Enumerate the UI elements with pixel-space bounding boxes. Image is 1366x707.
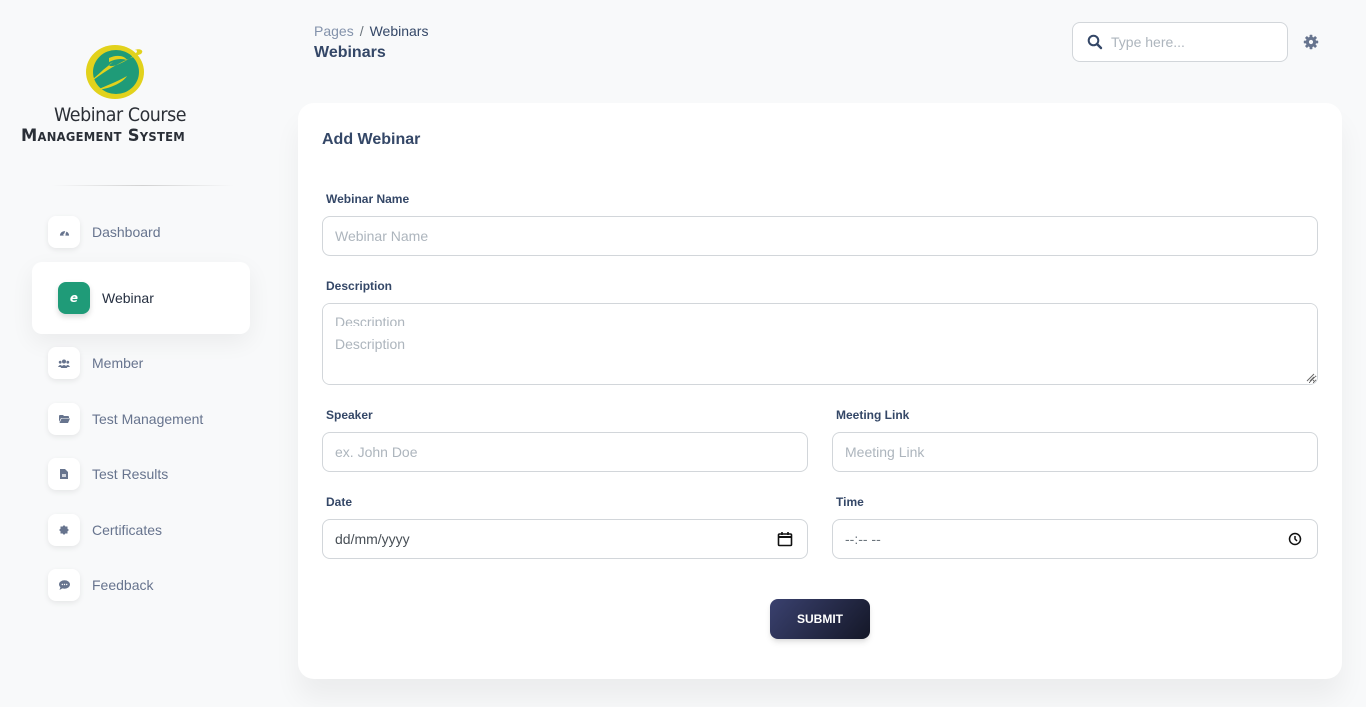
meeting-link-field[interactable] [832, 432, 1318, 472]
globe-logo-icon [86, 45, 144, 99]
add-webinar-card: Add Webinar Webinar Name Description Des… [298, 103, 1342, 679]
webinar-name-label: Webinar Name [326, 192, 410, 206]
sidebar-item-test-results[interactable]: Test Results [32, 451, 250, 497]
logo-text-line1: Webinar Course [54, 104, 187, 126]
app-logo[interactable]: Webinar Course Management System [18, 40, 218, 155]
sidebar-divider [52, 185, 234, 186]
search-box[interactable] [1072, 22, 1288, 62]
meeting-link-label: Meeting Link [836, 408, 910, 422]
sidebar-item-dashboard[interactable]: Dashboard [32, 209, 250, 255]
description-textarea[interactable] [323, 304, 1317, 384]
resize-handle-icon[interactable] [1305, 372, 1315, 382]
page-title: Webinars [314, 44, 386, 61]
date-input[interactable]: dd/mm/yyyy [322, 519, 808, 559]
clock-icon[interactable] [1287, 531, 1303, 547]
chat-bubble-icon [48, 569, 80, 601]
time-label: Time [836, 495, 864, 509]
calendar-icon[interactable] [777, 531, 793, 547]
date-value: dd/mm/yyyy [335, 531, 410, 547]
sidebar-item-feedback[interactable]: Feedback [32, 562, 250, 608]
sidebar-item-label: Test Management [92, 411, 204, 427]
sidebar: Webinar Course Management System Dashboa… [0, 0, 270, 707]
webinar-e-icon: e [58, 282, 90, 314]
card-title: Add Webinar [322, 131, 421, 148]
sidebar-item-label: Certificates [92, 522, 163, 538]
breadcrumb-current: Webinars [369, 23, 429, 39]
breadcrumb: Pages / Webinars [314, 23, 428, 39]
sidebar-item-test-management[interactable]: Test Management [32, 396, 250, 442]
breadcrumb-root-link[interactable]: Pages [314, 23, 354, 39]
logo-text-line2: Management System [21, 126, 186, 146]
time-input[interactable]: --:-- -- [832, 519, 1318, 559]
webinar-name-input[interactable] [335, 228, 1317, 244]
search-input[interactable] [1111, 34, 1271, 50]
users-icon [48, 347, 80, 379]
gear-icon[interactable] [1303, 34, 1319, 50]
sidebar-item-label: Feedback [92, 577, 154, 593]
sidebar-item-certificates[interactable]: Certificates [32, 507, 250, 553]
sidebar-item-label: Webinar [102, 290, 154, 306]
sidebar-item-label: Dashboard [92, 224, 161, 240]
document-icon [48, 458, 80, 490]
meeting-link-input[interactable] [845, 444, 1317, 460]
description-field[interactable]: Description [322, 303, 1318, 385]
webinar-name-field[interactable] [322, 216, 1318, 256]
svg-text:e: e [70, 292, 78, 304]
date-label: Date [326, 495, 353, 509]
sidebar-item-member[interactable]: Member [32, 340, 250, 386]
speaker-field[interactable] [322, 432, 808, 472]
certificate-badge-icon [48, 514, 80, 546]
breadcrumb-separator: / [359, 23, 364, 39]
dashboard-gauge-icon [48, 216, 80, 248]
speaker-label: Speaker [326, 408, 373, 422]
time-value: --:-- -- [845, 531, 881, 547]
sidebar-item-label: Test Results [92, 466, 169, 482]
sidebar-item-label: Member [92, 355, 144, 371]
submit-button[interactable]: SUBMIT [770, 599, 870, 639]
description-label: Description [326, 279, 393, 293]
speaker-input[interactable] [335, 444, 807, 460]
sidebar-item-webinar[interactable]: e Webinar [32, 262, 250, 334]
folder-icon [48, 403, 80, 435]
search-icon [1087, 34, 1103, 50]
